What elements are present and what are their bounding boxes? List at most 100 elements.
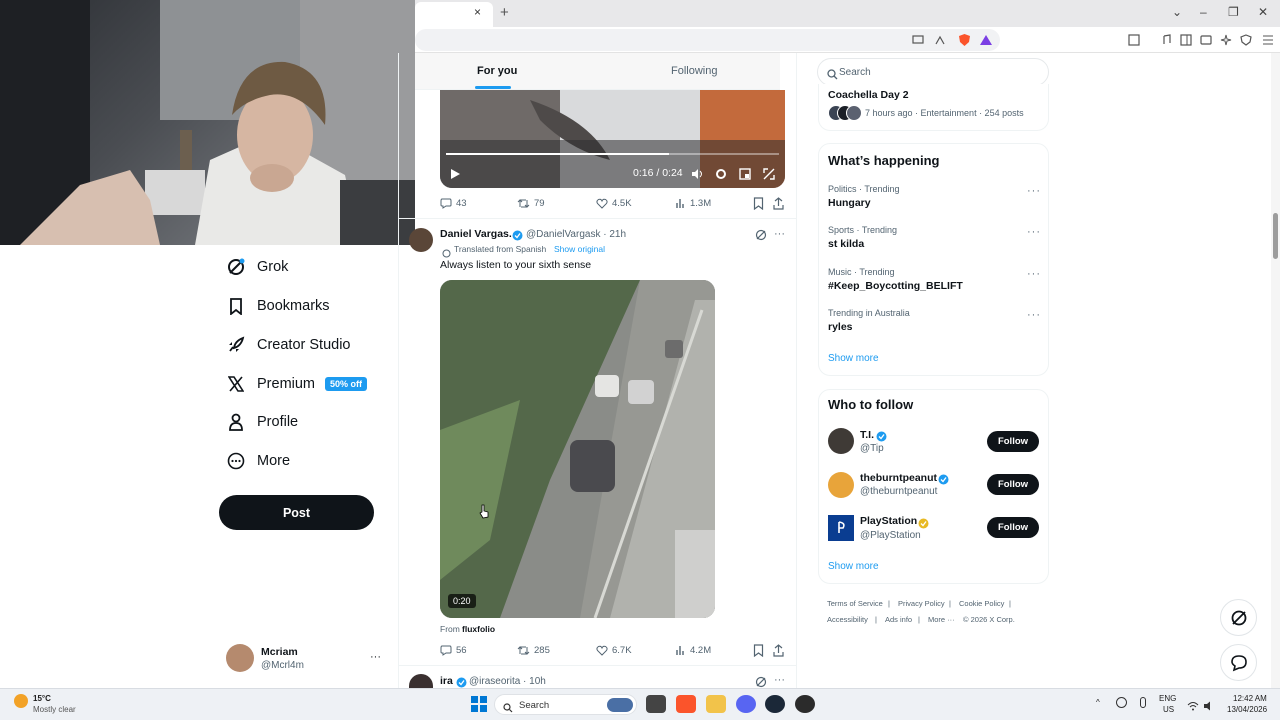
network-tray-icon[interactable]	[1116, 697, 1127, 708]
trend-1-more-icon[interactable]: ···	[1027, 185, 1041, 197]
maximize-button[interactable]: ❐	[1228, 5, 1239, 19]
footer-terms-link[interactable]: Terms of Service	[827, 599, 883, 608]
suggest-2-name[interactable]: theburntpeanut	[860, 472, 937, 484]
trend-3-name[interactable]: #Keep_Boycotting_BELIFT	[828, 280, 963, 292]
steam-icon[interactable]	[765, 695, 785, 713]
share-action-icon[interactable]	[773, 197, 784, 215]
menu-icon[interactable]	[1260, 32, 1276, 48]
suggest-3-avatar[interactable]	[828, 515, 854, 541]
trend-4-name[interactable]: ryles	[828, 321, 853, 333]
bookmark-action-icon[interactable]	[753, 197, 764, 215]
suggest-2-avatar[interactable]	[828, 472, 854, 498]
language-code[interactable]: ENG	[1159, 694, 1176, 703]
nav-more[interactable]: More	[226, 446, 290, 476]
suggest-1-name[interactable]: T.I.	[860, 429, 874, 441]
from-source-link[interactable]: fluxfolio	[462, 624, 495, 634]
nav-grok[interactable]: Grok	[226, 252, 288, 282]
reply-action-2[interactable]: 56	[440, 645, 467, 656]
clock-time[interactable]: 12:42 AM	[1233, 694, 1267, 703]
footer-accessibility-link[interactable]: Accessibility	[827, 615, 868, 624]
footer-cookie-link[interactable]: Cookie Policy	[959, 599, 1004, 608]
discord-icon[interactable]	[736, 695, 756, 713]
brave-shield-icon[interactable]	[956, 32, 972, 48]
weather-icon[interactable]	[14, 694, 28, 708]
windows-start-icon[interactable]	[471, 696, 487, 717]
trend-2-name[interactable]: st kilda	[828, 238, 864, 250]
search-input[interactable]: Search	[839, 67, 871, 78]
post-button[interactable]: Post	[219, 495, 374, 530]
suggest-2-follow-button[interactable]: Follow	[987, 474, 1039, 495]
sidebar-toggle-icon[interactable]	[1178, 32, 1194, 48]
bookmark-action-icon-2[interactable]	[753, 644, 764, 662]
share-action-icon-2[interactable]	[773, 644, 784, 662]
close-window-button[interactable]: ✕	[1258, 5, 1268, 19]
account-menu-button[interactable]: ···	[370, 651, 381, 663]
post-author-name[interactable]: Daniel Vargas.	[440, 228, 512, 240]
browser-tab[interactable]	[415, 2, 493, 27]
post-3-author[interactable]: ira	[440, 675, 453, 687]
tab-for-you[interactable]: For you	[477, 65, 517, 77]
fullscreen-icon[interactable]	[763, 167, 775, 185]
video-1-progress-track[interactable]	[446, 153, 779, 155]
scrollbar-thumb[interactable]	[1273, 213, 1278, 259]
suggest-3-follow-button[interactable]: Follow	[987, 517, 1039, 538]
trend-4-more-icon[interactable]: ···	[1027, 309, 1041, 321]
page-scrollbar[interactable]	[1271, 53, 1280, 688]
reader-mode-icon[interactable]	[1126, 32, 1142, 48]
nav-premium[interactable]: Premium 50% off	[226, 369, 368, 399]
tab-close-button[interactable]: ×	[474, 5, 481, 19]
live-event-title[interactable]: Coachella Day 2	[828, 89, 909, 101]
obs-icon[interactable]	[795, 695, 815, 713]
footer-privacy-link[interactable]: Privacy Policy	[898, 599, 945, 608]
nav-profile[interactable]: Profile	[226, 407, 298, 437]
new-tab-button[interactable]: +	[500, 4, 509, 21]
weather-temp[interactable]: 15°C	[33, 694, 51, 703]
clock-date[interactable]: 13/04/2026	[1227, 705, 1267, 714]
suggest-1-follow-button[interactable]: Follow	[987, 431, 1039, 452]
suggest-3-name[interactable]: PlayStation	[860, 515, 917, 527]
trend-1-name[interactable]: Hungary	[828, 197, 871, 209]
nav-creator-studio[interactable]: Creator Studio	[226, 330, 351, 360]
video-player-1[interactable]: 0:16 / 0:24	[440, 90, 785, 188]
user-avatar[interactable]	[226, 644, 254, 672]
footer-more-link[interactable]: More ···	[928, 615, 955, 624]
media-icon[interactable]	[1158, 32, 1174, 48]
repost-action-2[interactable]: 285	[517, 645, 550, 656]
grok-explain-icon[interactable]	[755, 228, 767, 246]
trends-show-more-link[interactable]: Show more	[828, 353, 879, 364]
speaker-icon[interactable]	[1203, 698, 1215, 716]
volume-icon[interactable]	[691, 167, 704, 185]
views-action-2[interactable]: 4.2M	[675, 645, 711, 656]
post-more-icon[interactable]: ···	[774, 228, 785, 240]
messages-float-button[interactable]	[1220, 644, 1257, 681]
trend-2-more-icon[interactable]: ···	[1027, 226, 1041, 238]
pip-icon[interactable]	[739, 167, 751, 185]
search-box[interactable]: Search	[817, 58, 1049, 86]
follow-show-more-link[interactable]: Show more	[828, 561, 879, 572]
tab-search-button[interactable]: ⌄	[1172, 5, 1182, 19]
show-original-link[interactable]: Show original	[554, 244, 605, 254]
footer-ads-link[interactable]: Ads info	[885, 615, 912, 624]
taskbar-search[interactable]: Search	[494, 694, 637, 715]
reply-action[interactable]: 43	[440, 198, 467, 209]
repost-action[interactable]: 79	[517, 198, 545, 209]
brave-browser-icon[interactable]	[676, 695, 696, 713]
post-3-more-icon[interactable]: ···	[774, 674, 785, 686]
vpn-shield-icon[interactable]	[1238, 32, 1254, 48]
settings-gear-icon[interactable]	[715, 167, 727, 185]
nav-bookmarks[interactable]: Bookmarks	[226, 291, 330, 321]
like-action-2[interactable]: 6.7K	[596, 645, 632, 656]
video-player-2[interactable]: 0:20	[440, 280, 715, 618]
play-icon[interactable]	[450, 167, 461, 185]
tab-following[interactable]: Following	[671, 65, 717, 77]
brave-rewards-icon[interactable]	[978, 32, 994, 48]
author-avatar[interactable]	[409, 228, 433, 252]
like-action[interactable]: 4.5K	[596, 198, 632, 209]
task-view-icon[interactable]	[646, 695, 666, 713]
wallet-icon[interactable]	[1198, 32, 1214, 48]
minimize-button[interactable]: –	[1200, 5, 1207, 19]
trend-3-more-icon[interactable]: ···	[1027, 268, 1041, 280]
leo-ai-icon[interactable]	[1218, 32, 1234, 48]
share-icon[interactable]	[932, 32, 948, 48]
file-explorer-icon[interactable]	[706, 695, 726, 713]
